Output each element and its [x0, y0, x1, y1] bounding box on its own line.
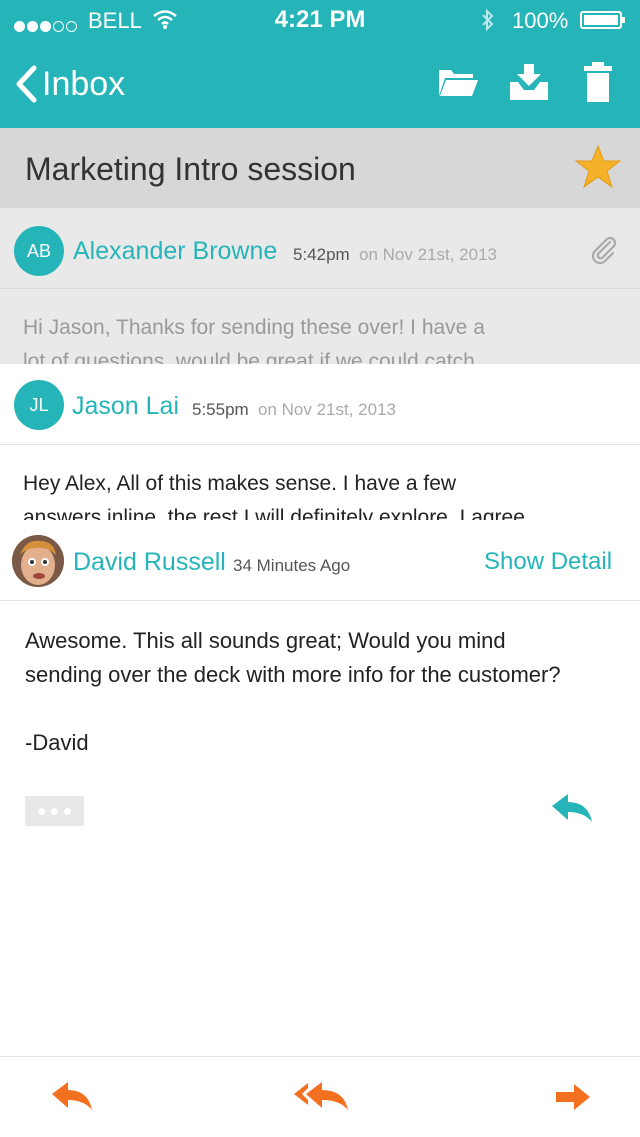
show-quoted-button[interactable] [25, 796, 84, 826]
back-label: Inbox [42, 64, 126, 103]
sender-name[interactable]: Alexander Browne [73, 237, 277, 266]
folder-icon[interactable] [437, 62, 479, 107]
divider [0, 600, 640, 601]
chevron-left-icon [16, 65, 37, 103]
star-icon[interactable] [574, 144, 622, 195]
divider [0, 288, 640, 289]
preview-line: lot of questions, would be great if we c… [23, 350, 475, 364]
preview-line: answers inline, the rest I will definite… [23, 506, 525, 520]
message-date: on Nov 21st, 2013 [258, 400, 396, 419]
bluetooth-icon [480, 8, 496, 38]
paperclip-icon [590, 236, 618, 269]
battery-percent: 100% [512, 8, 569, 33]
trash-icon[interactable] [582, 62, 614, 107]
status-bar: BELL 4:21 PM 100% [0, 0, 640, 40]
reply-icon[interactable] [550, 792, 594, 833]
preview-line: Hi Jason, Thanks for sending these over!… [23, 316, 485, 339]
message-time: 5:55pm [192, 400, 249, 419]
sender-name[interactable]: Jason Lai [72, 392, 179, 421]
avatar: JL [14, 380, 64, 430]
message-preview: Hi Jason, Thanks for sending these over!… [23, 311, 623, 364]
reply-icon[interactable] [50, 1080, 94, 1119]
back-button[interactable]: Inbox [14, 62, 125, 106]
body-line: sending over the deck with more info for… [25, 662, 561, 687]
reply-all-icon[interactable] [292, 1080, 350, 1119]
forward-icon[interactable] [554, 1082, 592, 1117]
sender-name[interactable]: David Russell [73, 548, 226, 577]
show-detail-button[interactable]: Show Detail [484, 548, 612, 576]
divider [0, 444, 640, 445]
avatar: AB [14, 226, 64, 276]
avatar [12, 535, 64, 587]
preview-line: Hey Alex, All of this makes sense. I hav… [23, 472, 457, 495]
signature: -David [25, 730, 89, 755]
message-date: on Nov 21st, 2013 [359, 245, 497, 264]
archive-icon[interactable] [508, 62, 550, 107]
message-time: 34 Minutes Ago [233, 556, 351, 575]
message-time: 5:42pm [293, 245, 350, 264]
message-preview: Hey Alex, All of this makes sense. I hav… [23, 467, 623, 520]
battery-icon [580, 11, 625, 29]
message-body: Awesome. This all sounds great; Would yo… [25, 624, 625, 760]
thread-subject: Marketing Intro session [25, 151, 356, 187]
body-line: Awesome. This all sounds great; Would yo… [25, 628, 506, 653]
